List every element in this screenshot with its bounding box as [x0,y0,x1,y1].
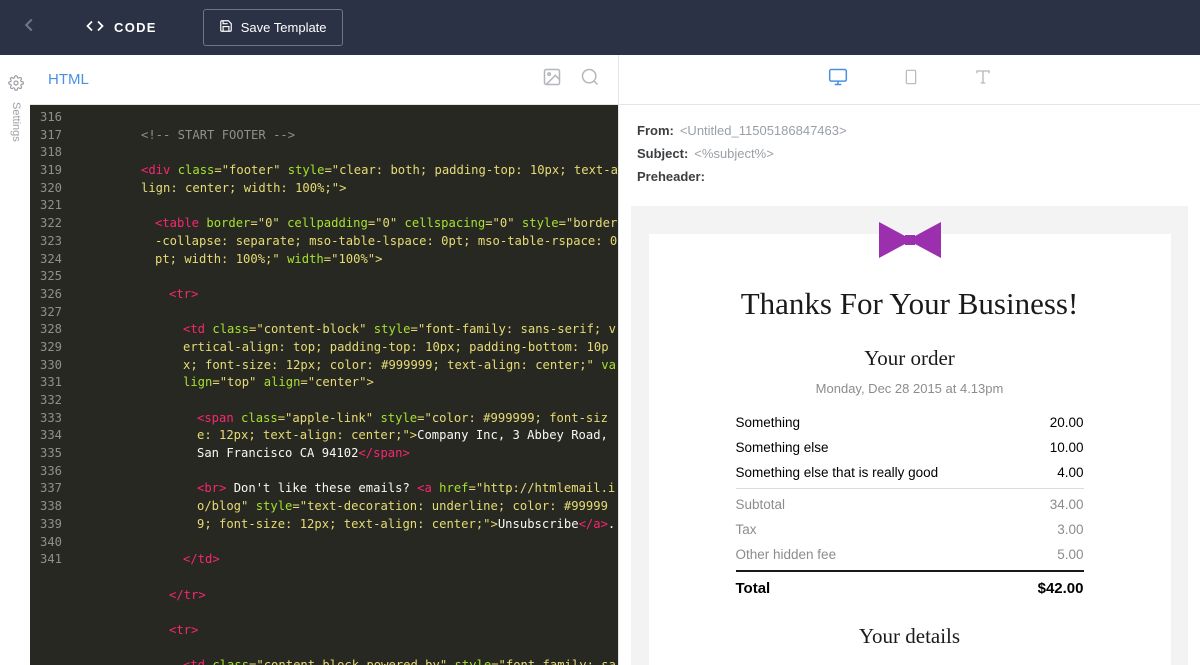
image-icon[interactable] [542,67,562,92]
line-numbers: 3163173183193203213223233243253263273283… [30,105,70,665]
desktop-icon[interactable] [828,67,848,92]
tab-code[interactable]: CODE [68,0,175,55]
preheader-label: Preheader: [637,169,705,184]
editor-tools [542,67,600,92]
email-metadata: From: <Untitled_11505186847463> Subject: <… [619,105,1200,196]
mobile-icon[interactable] [903,67,919,92]
email-headline: Thanks For Your Business! [679,286,1141,322]
editor-header: HTML [30,55,618,105]
subject-value: <%subject%> [694,146,774,161]
code-content[interactable]: <!-- START FOOTER --> <div class="footer… [70,105,618,665]
code-icon [86,17,104,38]
gear-icon [8,75,24,96]
email-preview-canvas: Thanks For Your Business! Your order Mon… [631,206,1188,665]
text-icon[interactable] [974,68,992,91]
search-icon[interactable] [580,67,600,92]
topbar: CODE Save Template [0,0,1200,55]
settings-label: Settings [10,102,22,142]
order-item: Something else10.00 [736,435,1084,460]
editor-language-label: HTML [48,71,89,88]
subtotal-row: Subtotal34.00 [736,492,1084,517]
preview-toolbar [619,55,1200,105]
tax-row: Tax3.00 [736,517,1084,542]
order-item: Something else that is really good4.00 [736,460,1084,485]
section-your-details: Your details [679,624,1141,649]
save-template-button[interactable]: Save Template [203,9,343,46]
order-table: Something20.00 Something else10.00 Somet… [736,410,1084,602]
code-tab-label: CODE [114,20,157,35]
fee-row: Other hidden fee5.00 [736,542,1084,567]
order-date: Monday, Dec 28 2015 at 4.13pm [679,381,1141,396]
subject-label: Subject: [637,146,688,161]
order-item: Something20.00 [736,410,1084,435]
section-your-order: Your order [679,346,1141,371]
code-editor[interactable]: 3163173183193203213223233243253263273283… [30,105,618,665]
bowtie-icon [679,222,1141,258]
preview-pane: From: <Untitled_11505186847463> Subject: <… [619,55,1200,665]
total-row: Total$42.00 [736,575,1084,602]
from-label: From: [637,123,674,138]
settings-vertical-tab[interactable]: Settings [2,75,30,142]
editor-pane: HTML 31631731831932032132232332432532632… [30,55,619,665]
save-button-label: Save Template [241,20,327,35]
save-icon [219,19,233,36]
back-arrow-icon[interactable] [18,14,40,41]
email-body: Thanks For Your Business! Your order Mon… [649,234,1171,665]
from-value: <Untitled_11505186847463> [680,123,847,138]
